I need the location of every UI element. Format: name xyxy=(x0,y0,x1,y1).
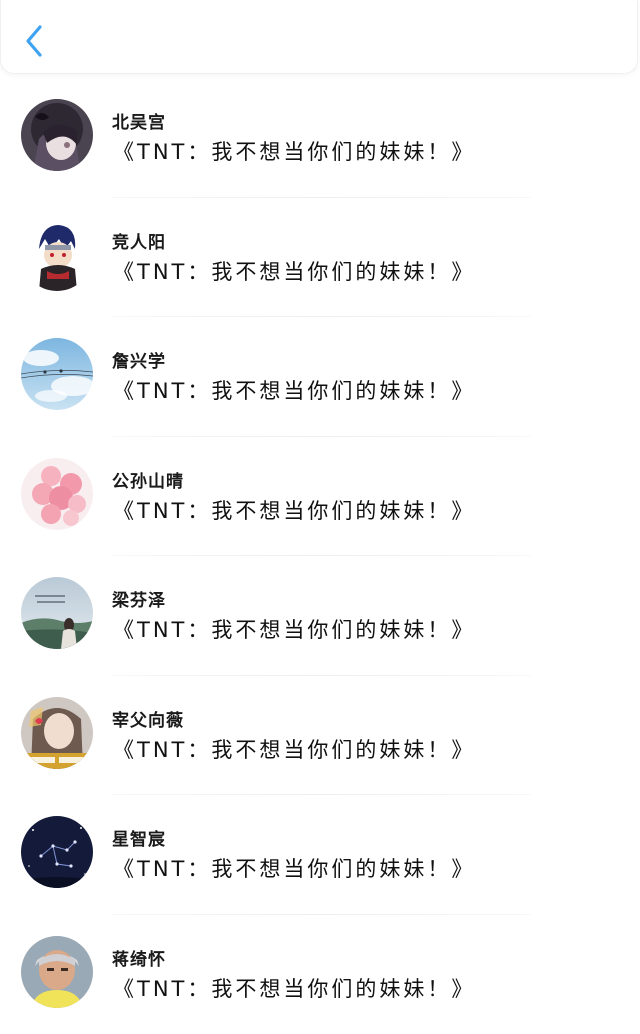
selfie-girl-avatar[interactable] xyxy=(21,697,93,769)
contact-list: 北吴宫 《TNT：我不想当你们的妹妹！》 竞人阳 《TNT：我不想当你们的妹妹！… xyxy=(0,78,640,1034)
ninja-character-avatar[interactable] xyxy=(21,219,93,291)
message-preview: 《TNT：我不想当你们的妹妹！》 xyxy=(113,853,475,883)
message-preview: 《TNT：我不想当你们的妹妹！》 xyxy=(113,614,475,644)
contact-name: 公孙山晴 xyxy=(112,467,184,492)
anime-girl-avatar[interactable] xyxy=(21,99,93,171)
list-item[interactable]: 宰父向薇 《TNT：我不想当你们的妹妹！》 xyxy=(0,676,640,796)
contact-name: 詹兴学 xyxy=(112,347,166,372)
sky-clouds-avatar[interactable] xyxy=(21,338,93,410)
message-preview: 《TNT：我不想当你们的妹妹！》 xyxy=(113,136,475,166)
message-preview: 《TNT：我不想当你们的妹妹！》 xyxy=(113,973,475,1003)
message-preview: 《TNT：我不想当你们的妹妹！》 xyxy=(113,256,475,286)
list-item[interactable]: 梁芬泽 《TNT：我不想当你们的妹妹！》 xyxy=(0,556,640,676)
contact-name: 北吴宫 xyxy=(112,108,166,133)
message-preview: 《TNT：我不想当你们的妹妹！》 xyxy=(113,734,475,764)
list-item[interactable]: 蒋绮怀 《TNT：我不想当你们的妹妹！》 xyxy=(0,915,640,1034)
chevron-left-icon xyxy=(19,20,53,60)
list-item[interactable]: 北吴宫 《TNT：我不想当你们的妹妹！》 xyxy=(0,78,640,198)
contact-name: 竞人阳 xyxy=(112,228,166,253)
message-preview: 《TNT：我不想当你们的妹妹！》 xyxy=(113,375,475,405)
list-item[interactable]: 公孙山晴 《TNT：我不想当你们的妹妹！》 xyxy=(0,437,640,557)
contact-name: 星智宸 xyxy=(112,825,166,850)
list-item[interactable]: 星智宸 《TNT：我不想当你们的妹妹！》 xyxy=(0,795,640,915)
top-bar xyxy=(0,0,638,74)
contact-name: 梁芬泽 xyxy=(112,586,166,611)
list-item[interactable]: 竞人阳 《TNT：我不想当你们的妹妹！》 xyxy=(0,198,640,318)
back-button[interactable] xyxy=(19,20,53,60)
coastal-landscape-avatar[interactable] xyxy=(21,577,93,649)
person-photo-avatar[interactable] xyxy=(21,936,93,1008)
night-constellation-avatar[interactable] xyxy=(21,816,93,888)
contact-name: 蒋绮怀 xyxy=(112,945,166,970)
contact-name: 宰父向薇 xyxy=(112,706,184,731)
pink-balloons-avatar[interactable] xyxy=(21,458,93,530)
list-item[interactable]: 詹兴学 《TNT：我不想当你们的妹妹！》 xyxy=(0,317,640,437)
message-preview: 《TNT：我不想当你们的妹妹！》 xyxy=(113,495,475,525)
